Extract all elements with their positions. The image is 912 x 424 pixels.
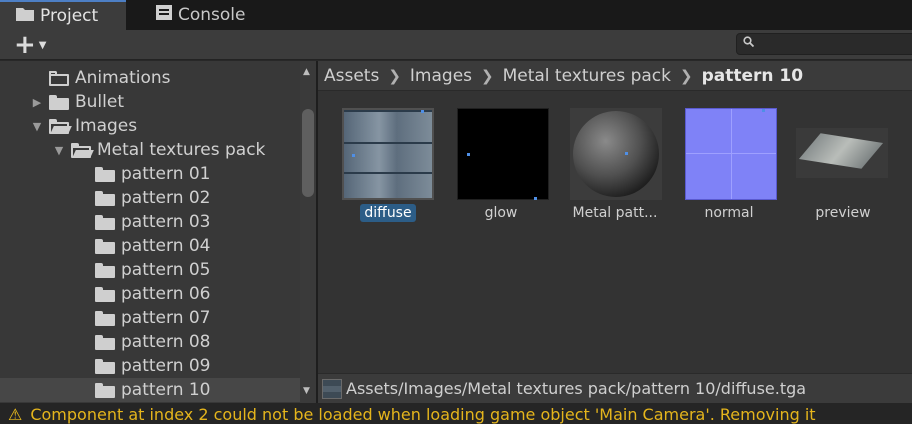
breadcrumb: Assets ❯ Images ❯ Metal textures pack ❯ … bbox=[318, 61, 912, 91]
tree-item-label: pattern 06 bbox=[121, 284, 211, 304]
folder-icon bbox=[49, 70, 69, 86]
folder-icon bbox=[49, 94, 69, 110]
tab-console[interactable]: Console bbox=[140, 0, 246, 30]
tree-item-label: pattern 03 bbox=[121, 212, 211, 232]
material-thumbnail bbox=[570, 108, 662, 200]
tree-item-pattern-01[interactable]: pattern 01 bbox=[0, 162, 300, 186]
status-bar[interactable]: ⚠ Component at index 2 could not be load… bbox=[0, 403, 912, 424]
tree-item-pattern-03[interactable]: pattern 03 bbox=[0, 210, 300, 234]
create-asset-button[interactable]: + ▼ bbox=[14, 30, 56, 60]
breadcrumb-current[interactable]: pattern 10 bbox=[702, 66, 804, 86]
folder-icon bbox=[16, 6, 34, 26]
scrollbar-thumb[interactable] bbox=[302, 109, 314, 197]
window-tab-bar: Project Console bbox=[0, 0, 912, 30]
folder-open-icon bbox=[71, 142, 94, 158]
folder-tree: Animations ▶ Bullet ▼ Images ▼ Metal tex… bbox=[0, 61, 300, 403]
tree-item-metal-textures-pack[interactable]: ▼ Metal textures pack bbox=[0, 138, 300, 162]
tree-item-label: Bullet bbox=[75, 92, 125, 112]
collapse-arrow-icon[interactable]: ▼ bbox=[52, 144, 66, 157]
tree-item-pattern-06[interactable]: pattern 06 bbox=[0, 282, 300, 306]
asset-label: diffuse bbox=[333, 204, 443, 222]
folder-open-icon bbox=[49, 118, 72, 134]
tree-item-label: pattern 10 bbox=[121, 380, 211, 400]
sphere-preview bbox=[573, 111, 659, 197]
asset-label: normal bbox=[704, 205, 754, 221]
breadcrumb-assets[interactable]: Assets bbox=[324, 66, 379, 86]
console-icon bbox=[156, 5, 172, 25]
tree-item-animations[interactable]: Animations bbox=[0, 66, 300, 90]
tree-item-pattern-09[interactable]: pattern 09 bbox=[0, 354, 300, 378]
chevron-right-icon: ❯ bbox=[388, 66, 401, 85]
folder-icon bbox=[95, 286, 115, 302]
tree-item-label: pattern 09 bbox=[121, 356, 211, 376]
tab-label: Project bbox=[40, 6, 99, 26]
scroll-down-icon[interactable]: ▼ bbox=[303, 386, 310, 396]
tree-item-label: Animations bbox=[75, 68, 171, 88]
folder-icon bbox=[95, 382, 115, 398]
tree-item-label: pattern 07 bbox=[121, 308, 211, 328]
texture-thumbnail bbox=[685, 108, 777, 200]
folder-icon bbox=[95, 190, 115, 206]
tree-item-pattern-07[interactable]: pattern 07 bbox=[0, 306, 300, 330]
breadcrumb-images[interactable]: Images bbox=[410, 66, 472, 86]
asset-grid: Assets ❯ Images ❯ Metal textures pack ❯ … bbox=[318, 61, 912, 373]
tab-project[interactable]: Project bbox=[0, 0, 126, 30]
folder-icon bbox=[95, 166, 115, 182]
tree-item-label: pattern 01 bbox=[121, 164, 211, 184]
warning-icon: ⚠ bbox=[8, 405, 23, 424]
asset-path: Assets/Images/Metal textures pack/patter… bbox=[346, 379, 807, 398]
tree-item-pattern-02[interactable]: pattern 02 bbox=[0, 186, 300, 210]
image-thumbnail bbox=[796, 128, 888, 178]
tree-item-images[interactable]: ▼ Images bbox=[0, 114, 300, 138]
texture-file-icon bbox=[322, 378, 342, 399]
search-icon bbox=[743, 36, 755, 50]
breadcrumb-metal-textures-pack[interactable]: Metal textures pack bbox=[503, 66, 671, 86]
tree-item-bullet[interactable]: ▶ Bullet bbox=[0, 90, 300, 114]
chevron-right-icon: ❯ bbox=[481, 66, 494, 85]
tab-label: Console bbox=[178, 5, 246, 25]
asset-label: Metal patt... bbox=[572, 205, 658, 221]
tree-item-pattern-05[interactable]: pattern 05 bbox=[0, 258, 300, 282]
folder-icon bbox=[95, 238, 115, 254]
selected-asset-path-bar: Assets/Images/Metal textures pack/patter… bbox=[318, 373, 912, 403]
folder-icon bbox=[95, 310, 115, 326]
tree-item-label: pattern 04 bbox=[121, 236, 211, 256]
tree-item-label: pattern 05 bbox=[121, 260, 211, 280]
plus-icon: + bbox=[14, 30, 36, 60]
folder-icon bbox=[95, 262, 115, 278]
expand-arrow-icon[interactable]: ▶ bbox=[30, 96, 44, 109]
tree-item-label: pattern 02 bbox=[121, 188, 211, 208]
asset-label: preview bbox=[815, 205, 871, 221]
status-message: Component at index 2 could not be loaded… bbox=[30, 405, 816, 424]
collapse-arrow-icon[interactable]: ▼ bbox=[30, 120, 44, 133]
asset-label: glow bbox=[484, 205, 518, 221]
chevron-right-icon: ❯ bbox=[680, 66, 693, 85]
folder-icon bbox=[95, 358, 115, 374]
tree-item-pattern-10[interactable]: pattern 10 bbox=[0, 378, 300, 402]
texture-thumbnail bbox=[342, 108, 434, 200]
tree-item-label: pattern 08 bbox=[121, 332, 211, 352]
tree-item-pattern-04[interactable]: pattern 04 bbox=[0, 234, 300, 258]
tree-item-pattern-08[interactable]: pattern 08 bbox=[0, 330, 300, 354]
tree-item-label: Metal textures pack bbox=[97, 140, 266, 160]
scroll-up-icon[interactable]: ▲ bbox=[303, 67, 310, 77]
folder-icon bbox=[95, 214, 115, 230]
tree-scrollbar[interactable]: ▲ ▼ bbox=[300, 61, 316, 403]
chevron-down-icon: ▼ bbox=[38, 39, 47, 51]
texture-thumbnail bbox=[457, 108, 549, 200]
tree-item-label: Images bbox=[75, 116, 138, 136]
search-input[interactable] bbox=[757, 35, 907, 53]
folder-icon bbox=[95, 334, 115, 350]
search-box[interactable] bbox=[736, 33, 912, 55]
